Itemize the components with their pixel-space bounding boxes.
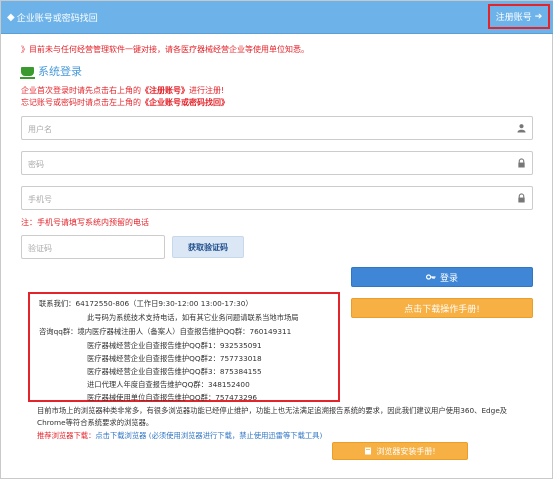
register-hint-prefix: 企业首次登录时请先点击右上角的 — [21, 86, 141, 95]
login-label: 登录 — [439, 273, 458, 284]
book-icon — [365, 447, 372, 455]
key-icon — [425, 274, 436, 280]
password-input[interactable]: 密码 — [21, 151, 533, 175]
header-bar: ◆ 企业账号或密码找回 注册账号 ➔ — [1, 1, 553, 34]
phone-placeholder: 手机号 — [28, 195, 52, 204]
contact-line: 医疗器械经营企业自查报告维护QQ群1：932535091 — [87, 341, 262, 350]
get-code-button[interactable]: 获取验证码 — [172, 236, 244, 258]
contact-line: 医疗器械使用单位自查报告维护QQ群：757473296 — [87, 393, 258, 402]
coffee-cup-icon — [20, 66, 35, 79]
arrow-right-icon: ➔ — [534, 11, 543, 22]
install-label: 浏览器安装手册! — [376, 446, 436, 456]
register-hint-bold: 《注册账号》 — [141, 86, 189, 95]
system-notice: 》目前未与任何经营管理软件一键对接，请各医疗器械经营企业等使用单位知悉。 — [21, 45, 309, 54]
login-page: ◆ 企业账号或密码找回 注册账号 ➔ 》目前未与任何经营管理软件一键对接，请各医… — [0, 0, 553, 479]
verification-code-input[interactable]: 验证码 — [21, 235, 165, 259]
password-placeholder: 密码 — [28, 160, 44, 169]
contact-line: 医疗器械经营企业自查报告维护QQ群3：875384155 — [87, 367, 262, 376]
register-label: 注册账号 — [495, 13, 532, 23]
code-placeholder: 验证码 — [28, 244, 52, 253]
browser-recommendation: 推荐浏览器下载：点击下载浏览器 (必须使用浏览器进行下载，禁止使用迅雷等下载工具… — [37, 431, 322, 441]
register-hint: 企业首次登录时请先点击右上角的《注册账号》进行注册! — [21, 85, 224, 96]
account-recovery-label: 企业账号或密码找回 — [16, 14, 98, 24]
contact-line: 此号码为系统技术支持电话，如有其它业务问题请联系当地市场局 — [87, 313, 299, 322]
username-input[interactable]: 用户名 — [21, 116, 533, 140]
recovery-hint-bold: 《企业账号或密码找回》 — [141, 98, 229, 107]
back-arrow-icon: ◆ — [7, 12, 15, 23]
download-manual-button[interactable]: 点击下载操作手册! — [351, 298, 533, 318]
user-icon — [517, 124, 526, 133]
login-button[interactable]: 登录 — [351, 267, 533, 287]
phone-input[interactable]: 手机号 — [21, 186, 533, 210]
download-browser-link[interactable]: 点击下载浏览器 — [95, 431, 146, 440]
lock-icon — [518, 158, 525, 168]
register-hint-suffix: 进行注册! — [189, 86, 225, 95]
username-placeholder: 用户名 — [28, 125, 52, 134]
phone-note: 注：手机号请填写系统内预留的电话 — [21, 218, 149, 227]
recovery-hint: 忘记账号或密码时请点击左上角的《企业账号或密码找回》 — [21, 97, 229, 108]
contact-line: 进口代理人年度自查报告维护QQ群：348152400 — [87, 380, 250, 389]
section-title-text: 系统登录 — [38, 65, 82, 78]
contact-line: 医疗器械经营企业自查报告维护QQ群2：757733018 — [87, 354, 262, 363]
lock-icon — [518, 193, 525, 203]
section-title: 系统登录 — [20, 63, 82, 79]
recommend-suffix: (必须使用浏览器进行下载，禁止使用迅雷等下载工具) — [148, 431, 323, 440]
contact-line: 联系我们：64172550-806（工作日9:30-12:00 13:00-17… — [39, 299, 253, 308]
account-recovery-link[interactable]: ◆ 企业账号或密码找回 — [7, 11, 98, 24]
browser-note: 目前市场上的浏览器种类非常多，有很多浏览器功能已经停止维护，功能上也无法满足追溯… — [37, 406, 508, 427]
browser-install-manual-button[interactable]: 浏览器安装手册! — [332, 442, 468, 460]
recommend-label: 推荐浏览器下载： — [37, 431, 96, 440]
recovery-hint-prefix: 忘记账号或密码时请点击左上角的 — [21, 98, 141, 107]
contact-line: 咨询qq群：境内医疗器械注册人（备案人）自查报告维护QQ群：760149311 — [39, 327, 292, 336]
register-account-link[interactable]: 注册账号 ➔ — [488, 4, 550, 29]
